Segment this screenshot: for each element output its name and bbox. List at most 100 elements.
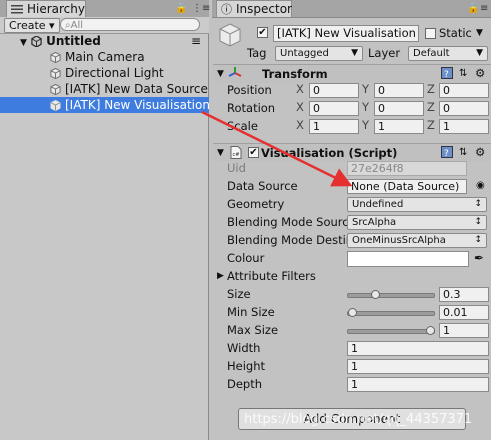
tab-menu-icon[interactable]: ⋮≡ (192, 3, 210, 14)
size-field[interactable]: 0.3 (439, 287, 489, 302)
rotation-label: Rotation (227, 101, 276, 115)
create-button[interactable]: Create ▾ (4, 18, 60, 33)
axis-x-label: X (296, 82, 304, 96)
gear-icon[interactable]: ⚙ (475, 65, 485, 81)
scene-menu-icon[interactable]: ≡ (191, 33, 201, 49)
chevron-down-icon: ▼ (351, 48, 358, 58)
transform-icon (228, 67, 242, 77)
object-name-input[interactable]: [IATK] New Visualisation (273, 25, 419, 42)
axis-x-label: X (296, 118, 304, 132)
help-book-icon[interactable]: ? (441, 67, 453, 79)
inspector-tab[interactable]: ⓘ Inspector (216, 0, 292, 17)
layer-value: Default (413, 48, 450, 59)
uid-field: 27e264f8 (347, 161, 467, 176)
width-field[interactable]: 1 (347, 341, 489, 356)
min-size-field[interactable]: 0.01 (439, 305, 489, 320)
position-y-field[interactable]: 0 (374, 83, 424, 98)
rotation-z-field[interactable]: 0 (439, 101, 489, 116)
axis-x-label: X (296, 100, 304, 114)
blend-dst-dropdown[interactable]: OneMinusSrcAlpha ↕ (347, 233, 487, 248)
object-picker-icon[interactable]: ◉ (476, 178, 485, 194)
script-enabled-checkbox[interactable]: ✔ (248, 147, 259, 158)
hierarchy-item-directional-light[interactable]: Directional Light (0, 65, 209, 81)
scene-name: Untitled (46, 34, 101, 48)
max-size-slider-thumb[interactable] (426, 326, 435, 335)
axis-z-label: Z (427, 82, 435, 96)
blend-src-dropdown[interactable]: SrcAlpha ↕ (347, 215, 487, 230)
active-checkbox[interactable]: ✔ (257, 27, 268, 38)
max-size-label: Max Size (227, 323, 279, 337)
lock-icon[interactable]: 🔒 (175, 3, 187, 14)
height-field[interactable]: 1 (347, 359, 489, 374)
inspector-tab-label: Inspector (236, 2, 292, 16)
scale-y-field[interactable]: 1 (374, 119, 424, 134)
svg-text:?: ? (444, 70, 449, 79)
expand-arrow-icon[interactable]: ▼ (217, 66, 224, 82)
width-label: Width (227, 341, 261, 355)
create-button-label: Create (9, 19, 46, 32)
tag-label: Tag (247, 46, 267, 60)
min-size-slider-track[interactable] (347, 311, 435, 316)
axis-z-label: Z (427, 118, 435, 132)
expand-arrow-icon[interactable]: ▼ (20, 38, 27, 48)
watermark: https://blog.csdn.net/qq_44357371 (244, 412, 473, 427)
axis-y-label: Y (362, 82, 370, 96)
axis-y-label: Y (362, 100, 370, 114)
min-size-slider-thumb[interactable] (347, 308, 357, 317)
axis-z-label: Z (427, 100, 435, 114)
hierarchy-tab-label: Hierarchy (26, 2, 85, 16)
tag-value: Untagged (280, 48, 329, 59)
lock-icon[interactable]: 🔒 (467, 3, 479, 14)
colour-swatch[interactable] (347, 251, 469, 267)
data-source-field[interactable]: None (Data Source) (347, 179, 467, 194)
static-checkbox[interactable] (425, 28, 436, 39)
gameobject-icon (50, 52, 61, 63)
rotation-y-field[interactable]: 0 (374, 101, 424, 116)
script-title: Visualisation (Script) (261, 146, 398, 160)
help-book-icon[interactable]: ? (441, 146, 453, 158)
position-z-field[interactable]: 0 (439, 83, 489, 98)
position-x-field[interactable]: 0 (309, 83, 359, 98)
gear-icon[interactable]: ⚙ (475, 144, 485, 160)
hierarchy-tab[interactable]: Hierarchy (6, 0, 86, 17)
hierarchy-panel: Hierarchy 🔒 ⋮≡ Create ▾ ⌕All ▼ Untitled … (0, 0, 210, 440)
tab-menu-icon[interactable]: ≡ (480, 3, 488, 14)
scale-z-field[interactable]: 1 (439, 119, 489, 134)
depth-field[interactable]: 1 (347, 377, 489, 392)
max-size-slider-track[interactable] (347, 329, 435, 334)
tag-dropdown[interactable]: Untagged ▼ (275, 46, 363, 61)
layer-dropdown[interactable]: Default ▼ (408, 46, 488, 61)
uid-label: Uid (227, 161, 246, 175)
position-label: Position (227, 83, 272, 97)
scale-x-field[interactable]: 1 (309, 119, 359, 134)
unity-scene-icon (31, 36, 42, 47)
size-slider-track[interactable] (347, 293, 435, 298)
max-size-field[interactable]: 1 (439, 323, 489, 338)
size-slider-thumb[interactable] (370, 290, 380, 299)
expand-arrow-icon[interactable]: ▼ (217, 145, 224, 161)
axis-y-label: Y (362, 118, 370, 132)
static-dropdown-icon[interactable]: ▼ (476, 25, 483, 41)
colour-label: Colour (227, 251, 265, 265)
hierarchy-item-label: Main Camera (65, 50, 145, 64)
blend-dst-value: OneMinusSrcAlpha (352, 235, 446, 246)
hierarchy-item-data-source[interactable]: [IATK] New Data Source (0, 81, 209, 97)
attribute-filters-label: Attribute Filters (227, 269, 316, 283)
transform-title: Transform (262, 67, 328, 81)
min-size-label: Min Size (227, 305, 275, 319)
settings-icon[interactable]: ⇅ (459, 145, 467, 161)
scene-row[interactable]: ▼ Untitled ≡ (0, 33, 209, 49)
gameobject-icon (50, 100, 61, 111)
eyedropper-icon[interactable]: ✒ (474, 250, 484, 266)
collapse-arrow-icon[interactable]: ▶ (217, 268, 224, 284)
hierarchy-item-main-camera[interactable]: Main Camera (0, 49, 209, 65)
settings-icon[interactable]: ⇅ (459, 66, 467, 82)
geometry-value: Undefined (352, 199, 404, 210)
depth-label: Depth (227, 377, 263, 391)
rotation-x-field[interactable]: 0 (309, 101, 359, 116)
geometry-dropdown[interactable]: Undefined ↕ (347, 197, 487, 212)
size-label: Size (227, 287, 251, 301)
geometry-label: Geometry (227, 197, 285, 211)
hierarchy-item-visualisation[interactable]: [IATK] New Visualisation (0, 97, 210, 113)
search-input[interactable]: ⌕All (60, 18, 200, 31)
